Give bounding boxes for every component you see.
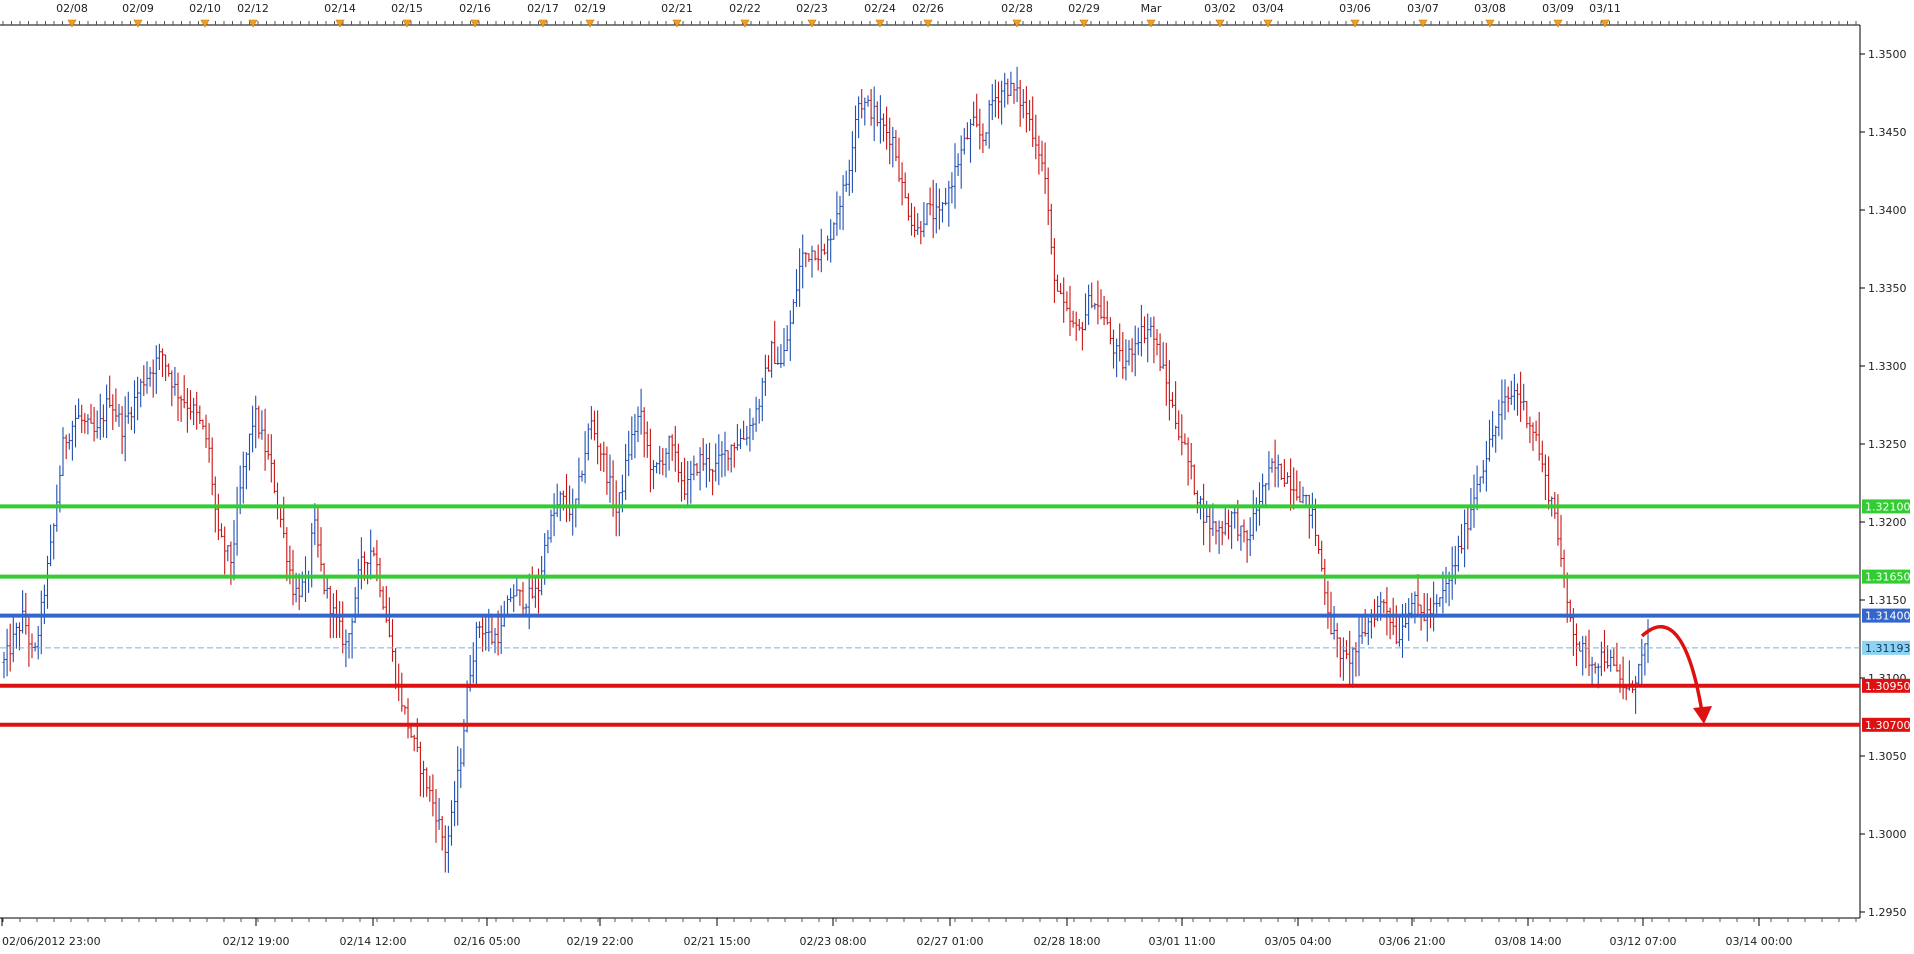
y-tick-label: 1.3450 [1868,126,1907,139]
levels-group [0,504,1860,727]
top-date-label: 02/23 [796,2,828,15]
candles-group [2,66,1650,873]
x-tick-label: 02/14 12:00 [340,935,407,948]
x-tick-label: 03/05 04:00 [1265,935,1332,948]
session-marker-icon [585,19,595,28]
x-tick-label: 02/27 01:00 [917,935,984,948]
session-marker-icon [248,19,258,28]
y-tick-label: 1.3250 [1868,438,1907,451]
x-tick-label: 03/06 21:00 [1379,935,1446,948]
y-tick-label: 1.3000 [1868,828,1907,841]
top-date-label: 02/26 [912,2,944,15]
x-tick-label: 02/12 19:00 [223,935,290,948]
level-price-label: 1.31650 [1865,571,1911,584]
top-date-label: 02/28 [1001,2,1033,15]
chart-container: 1.2950 1.3000 1.3050 1.3100 1.3150 1.3200 1.32… [0,0,1914,950]
session-marker-icon [1079,19,1089,28]
session-marker-icon [133,19,143,28]
top-date-label: 03/07 [1407,2,1439,15]
forex-candlestick-chart: 1.29501.30001.30501.31001.31501.32001.32… [0,2,1911,948]
x-tick-label: 03/08 14:00 [1495,935,1562,948]
session-marker-icon [1600,19,1610,28]
level-price-label: 1.31400 [1865,610,1911,623]
top-date-label: 02/24 [864,2,896,15]
y-tick-label: 1.3400 [1868,204,1907,217]
session-marker-icon [1146,19,1156,28]
x-tick-label: 02/21 15:00 [684,935,751,948]
y-tick-label: 1.3050 [1868,750,1907,763]
labels-group: 1.32100 1.31650 1.31400 1.30950 1.30700 1.311… [1862,499,1911,732]
session-marker-icon [1350,19,1360,28]
top-date-label: 02/29 [1068,2,1100,15]
session-marker-icon [1418,19,1428,28]
top-date-label: 02/10 [189,2,221,15]
x-tick-label: 02/06/2012 23:00 [2,935,101,948]
session-marker-icon [1485,19,1495,28]
top-date-label: Mar [1141,2,1162,15]
session-marker-icon [1553,19,1563,28]
forecast-arrow-head [1693,706,1712,724]
y-tick-label: 1.3300 [1868,360,1907,373]
session-marker-icon [875,19,885,28]
x-tick-label: 03/12 07:00 [1610,935,1677,948]
top-date-label: 02/17 [527,2,559,15]
top-date-label: 03/11 [1589,2,1621,15]
level-price-label: 1.30700 [1865,719,1911,732]
y-tick-label: 1.2950 [1868,906,1907,919]
top-date-label: 03/04 [1252,2,1284,15]
top-date-label: 02/09 [122,2,154,15]
y-tick-label: 1.3350 [1868,282,1907,295]
axes-group: 1.29501.30001.30501.31001.31501.32001.32… [1,2,1907,948]
top-date-label: 02/08 [56,2,88,15]
top-date-label: 02/15 [391,2,423,15]
top-date-label: 02/21 [661,2,693,15]
session-marker-icon [200,19,210,28]
session-marker-icon [1263,19,1273,28]
forecast-arrow-group [1640,625,1712,724]
plot-frame [0,21,1861,922]
session-marker-icon [1215,19,1225,28]
top-date-label: 03/02 [1204,2,1236,15]
y-tick-label: 1.3200 [1868,516,1907,529]
top-date-label: 02/22 [729,2,761,15]
session-marker-icon [470,19,480,28]
session-marker-icon [67,19,77,28]
session-marker-icon [538,19,548,28]
top-date-label: 02/19 [574,2,606,15]
top-date-label: 02/14 [324,2,356,15]
current-price-label: 1.31193 [1865,642,1911,655]
top-date-label: 03/06 [1339,2,1371,15]
top-date-label: 02/12 [237,2,269,15]
x-tick-label: 02/16 05:00 [454,935,521,948]
top-date-label: 03/09 [1542,2,1574,15]
top-date-label: 02/16 [459,2,491,15]
session-marker-icon [402,19,412,28]
level-price-label: 1.30950 [1865,680,1911,693]
x-tick-label: 02/23 08:00 [800,935,867,948]
x-tick-label: 02/28 18:00 [1034,935,1101,948]
top-date-label: 03/08 [1474,2,1506,15]
session-marker-icon [807,19,817,28]
y-tick-label: 1.3500 [1868,48,1907,61]
y-tick-label: 1.3150 [1868,594,1907,607]
session-marker-icon [923,19,933,28]
forecast-arrow-curve [1640,625,1704,713]
level-price-label: 1.32100 [1865,500,1911,513]
x-tick-label: 03/14 00:00 [1726,935,1793,948]
x-tick-label: 02/19 22:00 [567,935,634,948]
x-tick-label: 03/01 11:00 [1149,935,1216,948]
